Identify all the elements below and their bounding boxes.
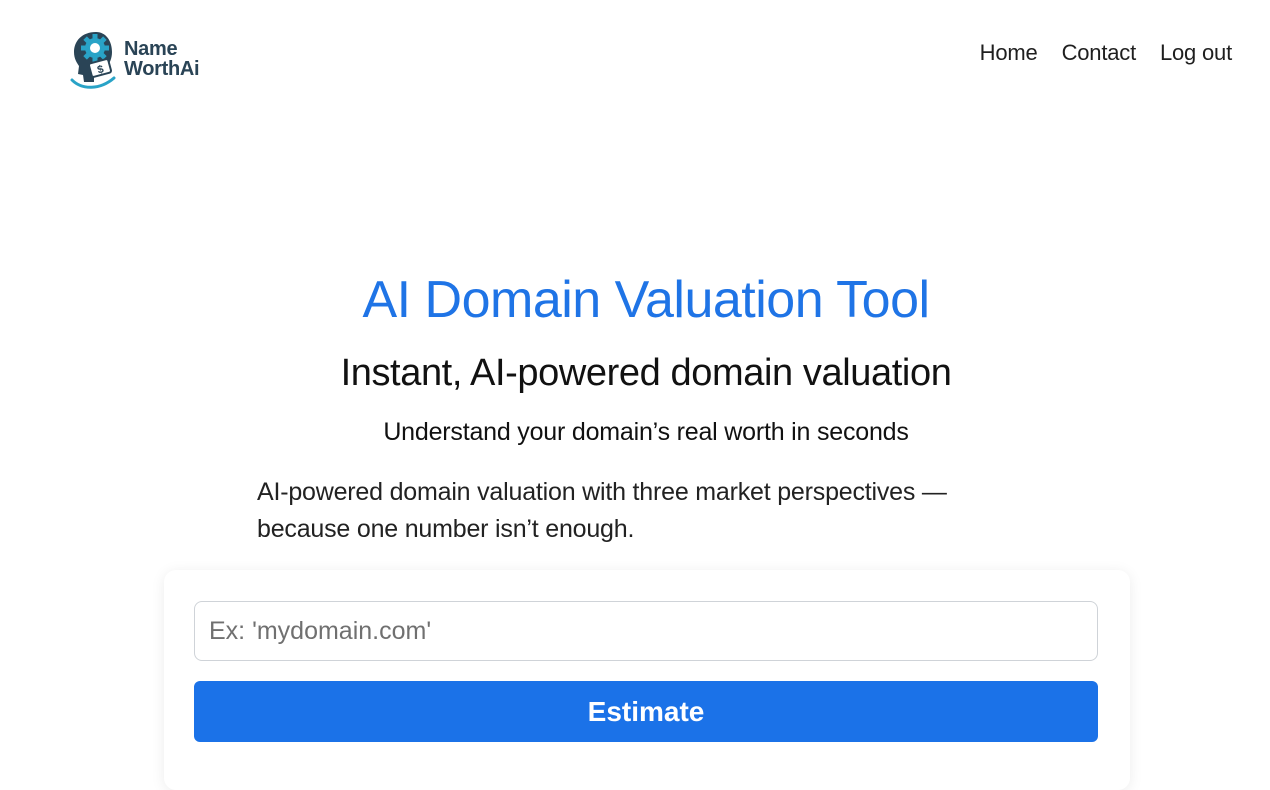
page-tagline: Understand your domain’s real worth in s… [383, 418, 909, 446]
domain-input[interactable] [194, 601, 1098, 661]
nav-home-link[interactable]: Home [980, 40, 1038, 66]
page-description: AI-powered domain valuation with three m… [257, 478, 947, 543]
brand-name: Name WorthAi [124, 38, 200, 80]
main-nav: Home Contact Log out [980, 40, 1233, 66]
nav-contact-link[interactable]: Contact [1062, 40, 1137, 66]
valuation-form-card: Estimate [164, 570, 1130, 790]
page-title: AI Domain Valuation Tool [362, 271, 930, 329]
brain-gear-icon: $ [70, 32, 116, 89]
brand-name-line1: Name [124, 38, 178, 60]
brand-logo[interactable]: $ Name WorthAi [70, 28, 220, 90]
page-subtitle: Instant, AI-powered domain valuation [340, 352, 952, 394]
nav-logout-link[interactable]: Log out [1160, 40, 1232, 66]
site-header: $ Name WorthAi Home Contact Log out [0, 0, 1270, 110]
estimate-button[interactable]: Estimate [194, 681, 1098, 742]
brand-name-line2: WorthAi [124, 58, 200, 80]
